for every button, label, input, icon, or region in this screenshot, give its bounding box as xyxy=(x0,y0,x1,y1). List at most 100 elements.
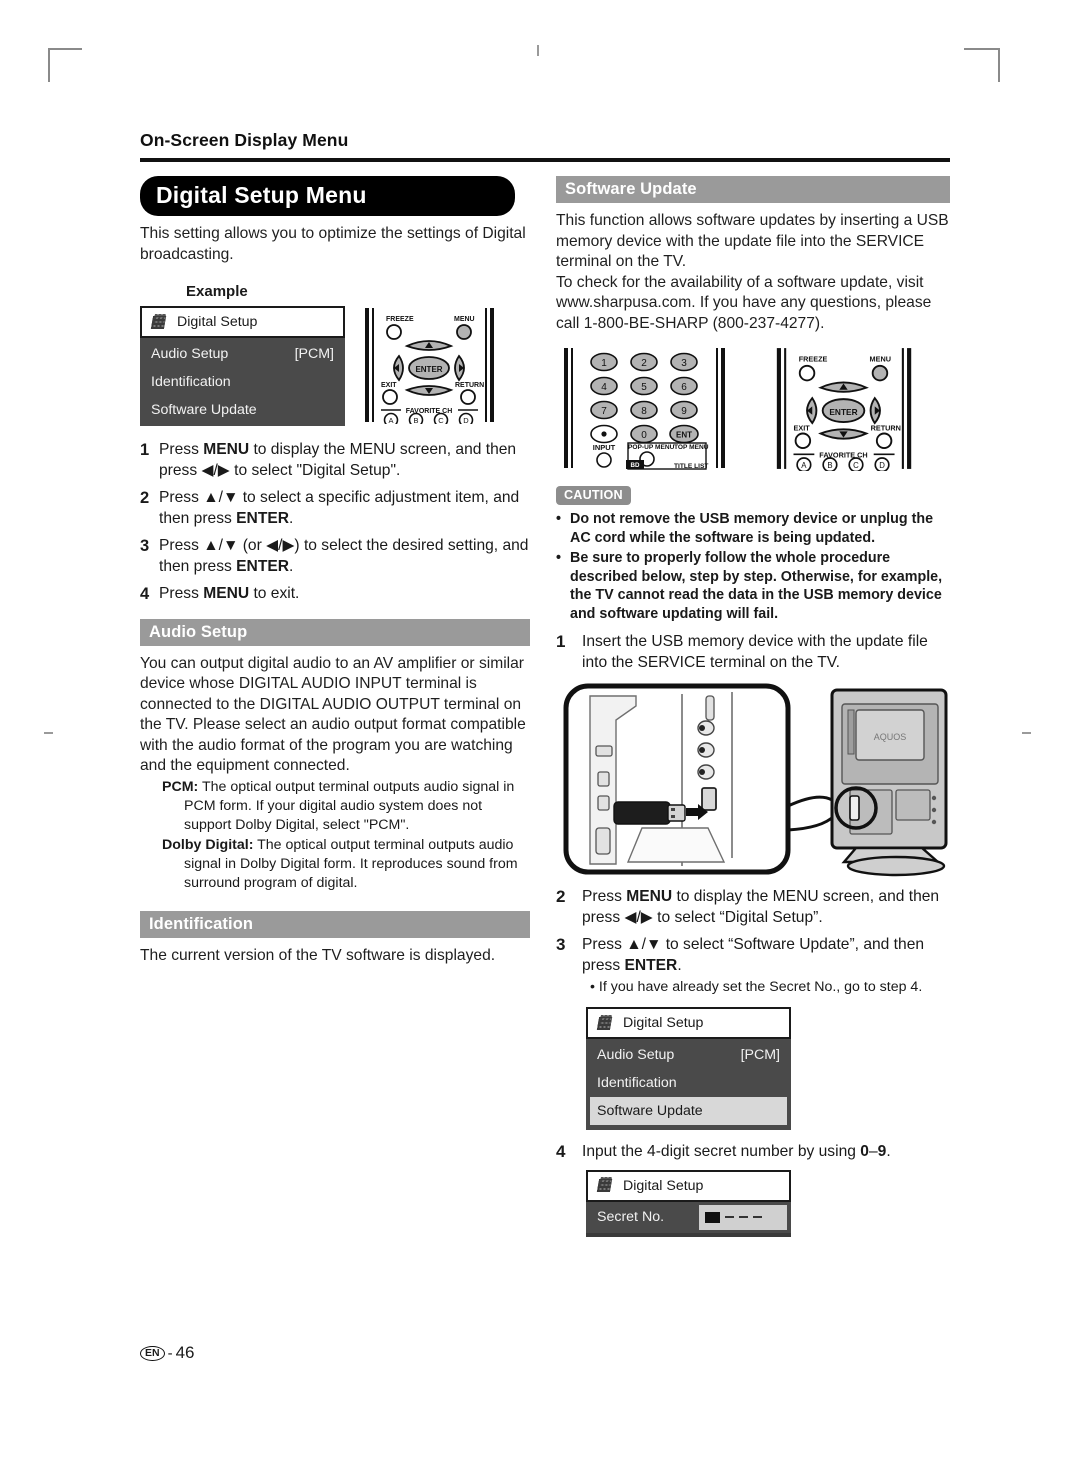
osd-row-identification[interactable]: Identification xyxy=(140,368,345,396)
svg-text:D: D xyxy=(463,416,469,424)
svg-text:C: C xyxy=(438,416,444,424)
secret-no-row[interactable]: Secret No. xyxy=(586,1201,791,1237)
manual-page: On-Screen Display Menu Digital Setup Men… xyxy=(0,0,1080,1469)
exit-button xyxy=(794,432,812,450)
usb-memory-device xyxy=(613,801,671,825)
svg-text:0: 0 xyxy=(641,430,647,441)
svg-text:AQUOS: AQUOS xyxy=(874,732,907,742)
port-3 xyxy=(597,795,610,811)
software-update-body-1: This function allows software updates by… xyxy=(556,212,949,270)
caution-text: Do not remove the USB memory device or u… xyxy=(570,511,934,546)
osd-secret-no: Digital Setup Secret No. xyxy=(586,1169,791,1237)
tv-stand xyxy=(846,855,946,877)
numeric-keys: 1 2 3 4 5 6 7 8 9 0 ENT xyxy=(590,352,699,444)
osd-tab: Digital Setup xyxy=(586,1007,791,1039)
usb-insert-figure: AQUOS xyxy=(556,680,950,883)
svg-text:9: 9 xyxy=(681,406,687,417)
osd-tab-label: Digital Setup xyxy=(623,1177,704,1194)
svg-text:5: 5 xyxy=(641,382,647,393)
step-text: Press ▲/▼ (or ◀/▶) to select the desired… xyxy=(159,537,529,575)
osd-list: Audio Setup [PCM] Identification Softwar… xyxy=(586,1039,791,1130)
usb-connector xyxy=(667,804,686,822)
osd-row-software-update[interactable]: Software Update xyxy=(140,396,345,424)
osd-row-audio-setup[interactable]: Audio Setup [PCM] xyxy=(586,1041,791,1069)
svg-text:A: A xyxy=(388,416,393,424)
freeze-label: FREEZE xyxy=(386,316,414,323)
osd-row-label: Audio Setup xyxy=(597,1047,675,1063)
caution-item: • Do not remove the USB memory device or… xyxy=(556,510,950,547)
svg-text:2: 2 xyxy=(641,358,647,369)
software-update-body-2: To check for the availability of a softw… xyxy=(556,273,932,332)
step-text: Press MENU to display the MENU screen, a… xyxy=(582,888,940,926)
section-header-identification: Identification xyxy=(140,910,530,938)
svg-text:B: B xyxy=(413,416,418,424)
digit-placeholder xyxy=(725,1216,734,1218)
cursor-block-icon xyxy=(705,1211,720,1223)
return-label: RETURN xyxy=(871,423,901,432)
digital-setup-icon xyxy=(597,1015,614,1032)
step3-note: • If you have already set the Secret No.… xyxy=(590,979,923,995)
top-menu-label: TOP MENU xyxy=(674,444,709,451)
step-text: Insert the USB memory device with the up… xyxy=(582,633,928,671)
return-label: RETURN xyxy=(455,382,484,389)
digit-placeholder xyxy=(753,1216,762,1218)
caution-text: Be sure to properly follow the whole pro… xyxy=(570,550,943,622)
menu-label: MENU xyxy=(454,316,475,323)
definition-item: Dolby Digital: The optical output termin… xyxy=(162,836,530,893)
running-head: On-Screen Display Menu xyxy=(140,130,349,150)
service-usb-port xyxy=(701,787,717,811)
osd-row-label: Software Update xyxy=(597,1103,703,1119)
center-tick-left xyxy=(44,732,53,734)
audio-setup-body: You can output digital audio to an AV am… xyxy=(140,654,526,775)
intro-text: This setting allows you to optimize the … xyxy=(140,225,526,263)
remote-nav-illustration-right: FREEZE MENU ENTER EXIT RETURN FAVORITE C… xyxy=(776,348,912,471)
osd-tab-label: Digital Setup xyxy=(623,1015,704,1031)
remote-nav-illustration-left: FREEZE MENU ENTER EXIT RETURN FAVORITE C… xyxy=(365,308,494,424)
step-number: 4 xyxy=(140,585,150,603)
left-column: Digital Setup Menu This setting allows y… xyxy=(140,176,530,966)
example-figure: Digital Setup Audio Setup [PCM] Identifi… xyxy=(140,306,530,426)
menu-button xyxy=(456,324,472,340)
svg-text:A: A xyxy=(801,461,807,470)
section-header-software-update: Software Update xyxy=(556,176,950,203)
title-list-label: TITLE LIST xyxy=(674,463,708,470)
step-item: 1 Insert the USB memory device with the … xyxy=(556,632,950,673)
steps-right-1: 1 Insert the USB memory device with the … xyxy=(556,632,950,673)
osd-row-value: [PCM] xyxy=(740,1047,780,1063)
center-tick-top xyxy=(537,45,539,56)
step-text: Press ▲/▼ to select a specific adjustmen… xyxy=(159,489,520,527)
menu-label: MENU xyxy=(870,355,891,364)
osd-software-update: Digital Setup Audio Setup [PCM] Identifi… xyxy=(586,1007,791,1130)
osd-row-software-update-selected[interactable]: Software Update xyxy=(590,1097,787,1125)
svg-text:3: 3 xyxy=(681,358,687,369)
exit-label: EXIT xyxy=(381,382,397,389)
osd-tab: Digital Setup xyxy=(140,306,345,338)
steps-left: 1 Press MENU to display the MENU screen,… xyxy=(140,440,530,605)
svg-text:6: 6 xyxy=(681,382,687,393)
step-number: 3 xyxy=(140,537,150,555)
secret-no-input[interactable] xyxy=(699,1204,787,1230)
page-footer: EN - 46 xyxy=(140,1343,195,1363)
svg-text:ENT: ENT xyxy=(676,431,692,440)
definition-desc: The optical output terminal outputs audi… xyxy=(184,778,515,833)
svg-text:C: C xyxy=(853,461,859,470)
hdmi-port xyxy=(595,745,613,757)
osd-row-label: Identification xyxy=(597,1075,677,1091)
definition-term: Dolby Digital: xyxy=(162,836,254,853)
remote-figures: 1 2 3 4 5 6 7 8 9 0 ENT INPUT POP-UP MEN… xyxy=(556,346,950,474)
svg-text:D: D xyxy=(879,461,885,470)
running-head-rule xyxy=(140,158,950,162)
tv-stand-detail xyxy=(626,827,726,863)
freeze-button xyxy=(386,324,402,340)
page-title: Digital Setup Menu xyxy=(140,176,515,216)
digit-placeholder xyxy=(739,1216,748,1218)
language-badge: EN xyxy=(140,1345,165,1361)
step-number: 1 xyxy=(556,632,566,651)
osd-row-audio-setup[interactable]: Audio Setup [PCM] xyxy=(140,340,345,368)
audio-setup-definitions: PCM: The optical output terminal outputs… xyxy=(162,778,530,893)
identification-body: The current version of the TV software i… xyxy=(140,946,496,964)
svg-text:7: 7 xyxy=(601,406,607,417)
steps-right-3: 4 Input the 4-digit secret number by usi… xyxy=(556,1142,950,1163)
caution-list: • Do not remove the USB memory device or… xyxy=(556,510,950,623)
osd-row-identification[interactable]: Identification xyxy=(586,1069,791,1097)
